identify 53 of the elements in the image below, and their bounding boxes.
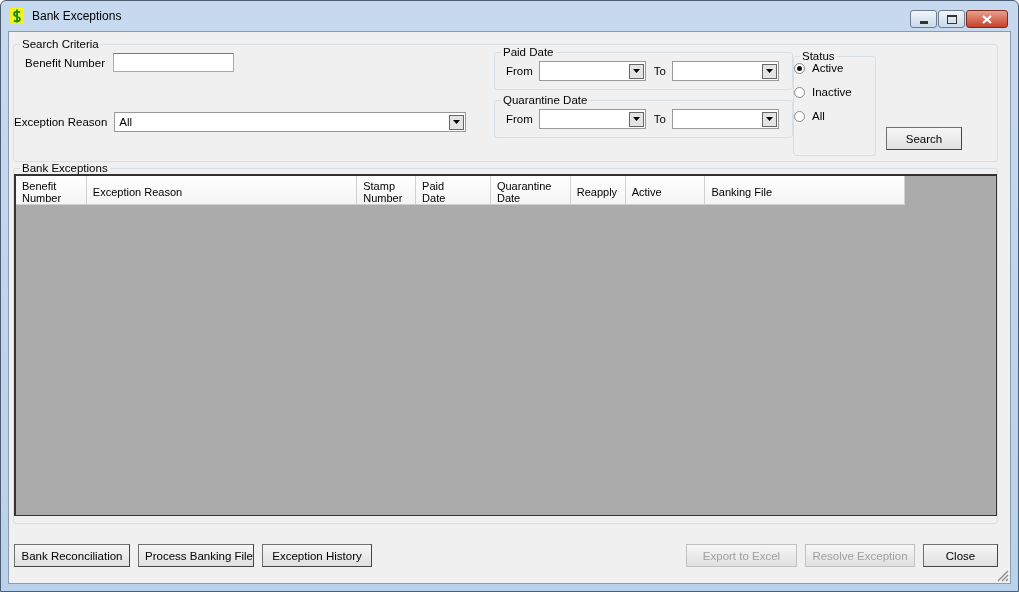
radio-button[interactable] [794,62,805,74]
column-header[interactable]: Quarantine Date [490,176,571,205]
radio-button[interactable] [794,110,805,122]
group-label: Status [801,50,836,62]
field-label: To [653,113,666,125]
date-field[interactable] [672,61,779,81]
dropdown-button[interactable] [628,111,644,127]
caret-icon [766,69,773,73]
action-button[interactable]: Bank Reconciliation [14,544,130,567]
search-button[interactable]: Search [886,127,962,150]
date-field[interactable] [672,109,779,129]
window-title: Bank Exceptions [32,9,122,23]
close-icon [982,14,992,24]
group-label: Paid Date [502,46,555,58]
dropdown-button[interactable] [449,114,465,130]
group-label: Quarantine Date [502,94,589,106]
close-button[interactable] [966,10,1008,28]
group-label: Search Criteria [21,38,100,50]
field-label: Benefit Number [24,56,105,69]
action-button[interactable]: Exception History [262,544,372,567]
dropdown-field[interactable]: All [114,112,467,132]
text-field[interactable] [113,53,234,72]
dropdown-button[interactable] [628,63,644,79]
resize-grip-icon[interactable] [997,570,1009,582]
dropdown-button[interactable] [762,63,777,79]
group-label: Bank Exceptions [21,162,109,174]
date-field[interactable] [538,61,646,81]
column-header[interactable]: Reapply [570,176,626,205]
radio-label[interactable]: Active [812,62,844,74]
radio-label[interactable]: All [812,110,825,122]
action-button[interactable]: Process Banking File [138,544,254,567]
radio-label[interactable]: Inactive [812,86,852,98]
caret-icon [766,117,773,121]
field-label: From [506,113,533,125]
column-header[interactable]: Banking File [705,176,905,205]
minimize-button[interactable] [910,10,937,28]
caret-icon [453,120,461,124]
field-label: From [506,65,533,77]
dropdown-button[interactable] [762,111,777,127]
radio-button[interactable] [794,86,805,98]
column-header[interactable]: Paid Date [416,176,491,205]
column-header[interactable]: Stamp Number [357,176,417,205]
caret-icon [632,117,640,121]
action-button[interactable]: Close [923,544,998,567]
caret-icon [632,69,640,73]
restore-button[interactable] [938,10,965,28]
date-field[interactable] [538,109,646,129]
column-header[interactable]: Benefit Number [16,176,87,205]
column-header[interactable]: Exception Reason [86,176,358,205]
column-header[interactable]: Active [625,176,706,205]
dollar-icon [10,8,24,24]
field-label: Exception Reason [14,116,108,128]
field-label: To [653,65,666,77]
